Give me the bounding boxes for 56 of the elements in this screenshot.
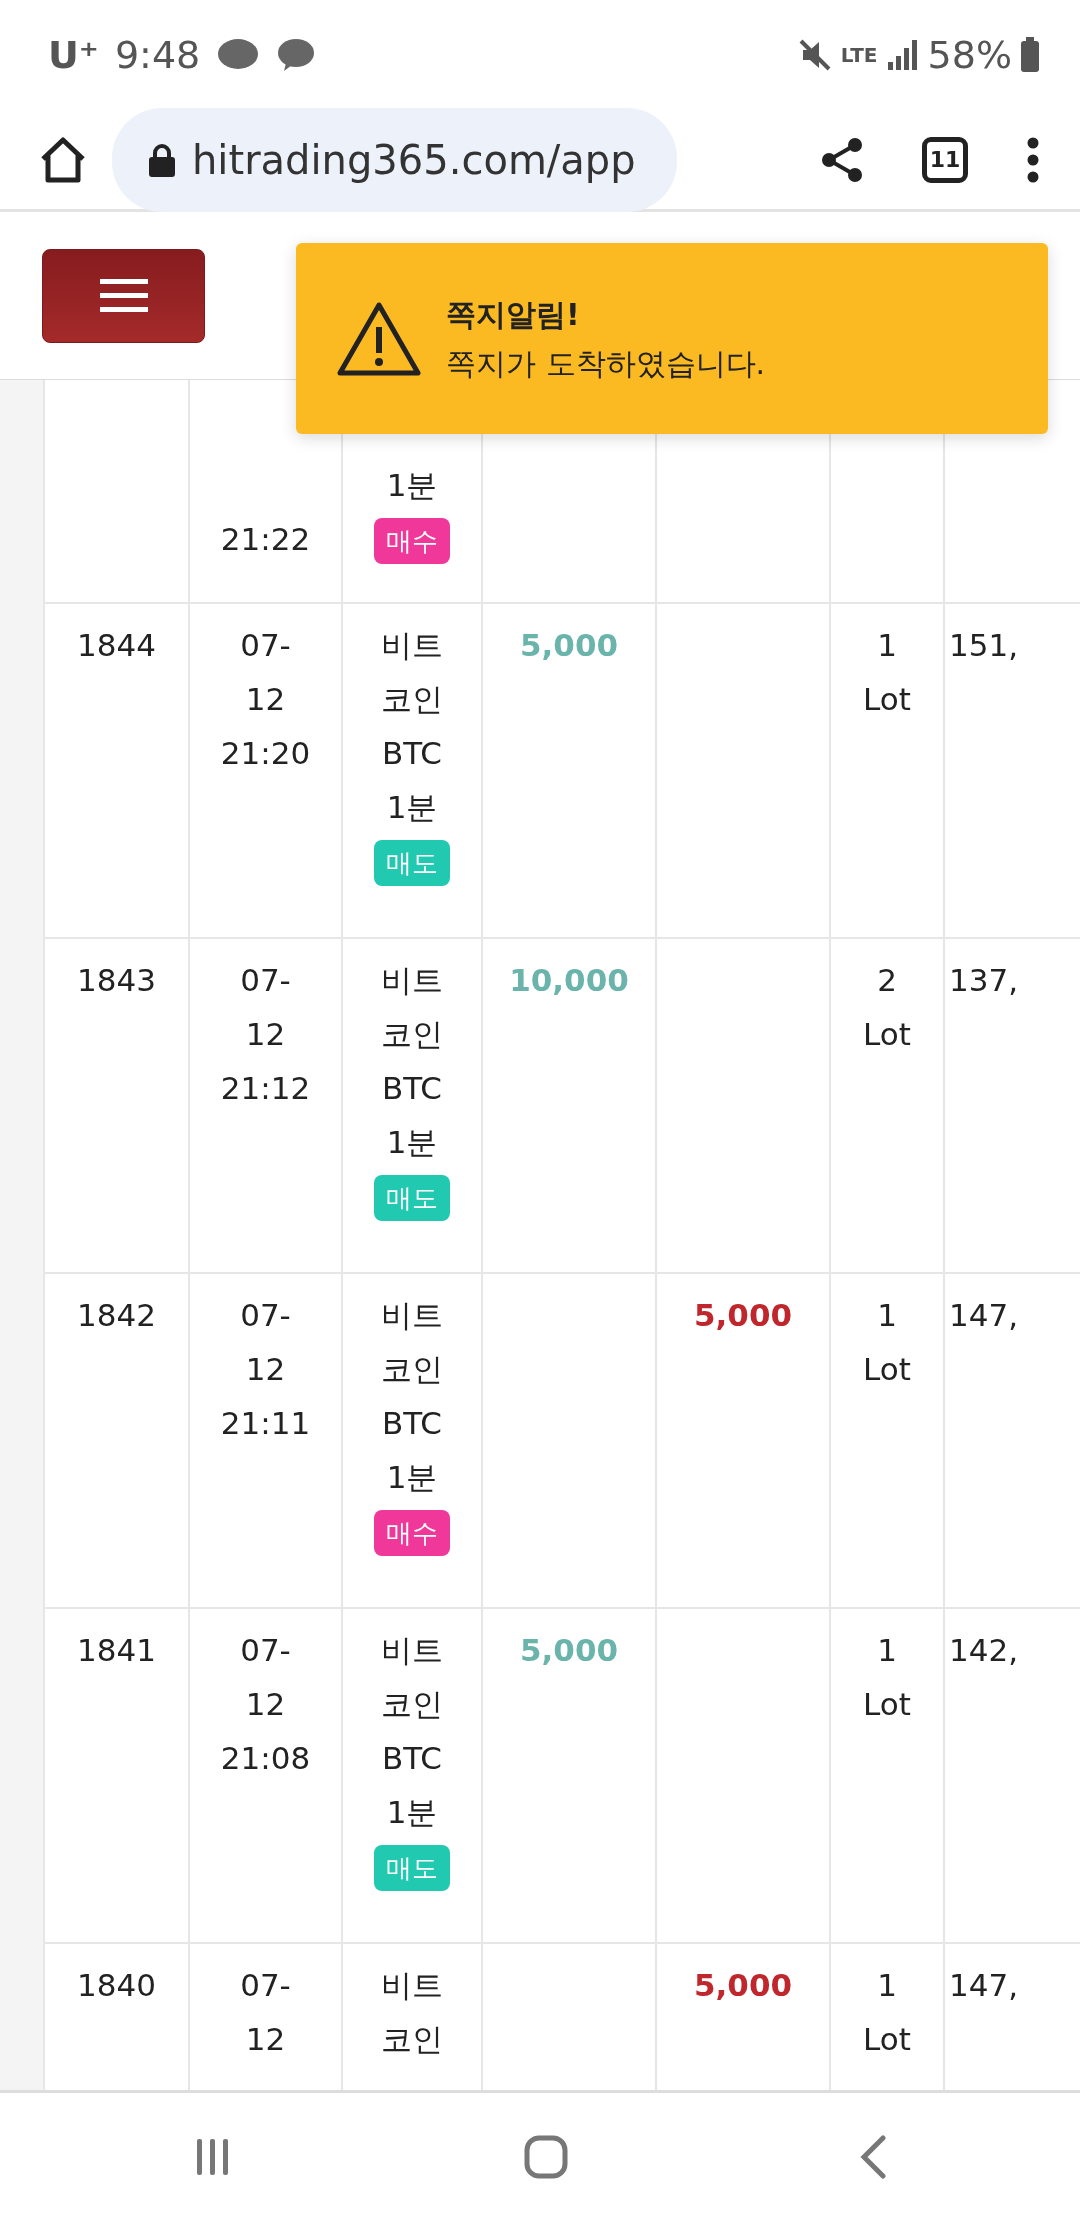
battery-icon <box>1020 37 1040 73</box>
trade-number: 1841 <box>77 1632 156 1668</box>
trade-time: 07- 12 21:11 <box>219 1296 312 1443</box>
asset-name: 1분 <box>385 466 439 505</box>
talk-bubble-icon <box>276 37 317 73</box>
lot-size: 1 Lot <box>862 1966 912 2059</box>
asset-name: 비트 코인 BTC 1분 <box>380 961 444 1162</box>
trade-number: 1842 <box>77 1297 156 1333</box>
warning-icon <box>336 300 422 377</box>
toast-title: 쪽지알림! <box>446 295 581 334</box>
asset-name: 비트 코인 <box>380 1966 444 2059</box>
side-badge: 매수 <box>374 1510 450 1556</box>
price-text: 151, <box>949 627 1019 663</box>
asset-name: 비트 코인 BTC 1분 <box>380 1631 444 1832</box>
menu-icon <box>99 278 148 313</box>
trade-number: 1844 <box>77 627 156 663</box>
price-text: 147, <box>949 1967 1019 2003</box>
share-icon[interactable] <box>820 136 864 183</box>
trade-number: 1840 <box>77 1967 156 2003</box>
lock-icon <box>148 142 176 177</box>
trade-time: 21:22 <box>219 520 312 559</box>
network-type: LTE <box>840 42 878 69</box>
amount-text: 5,000 <box>693 1297 793 1333</box>
trade-number: 1843 <box>77 962 156 998</box>
address-bar[interactable]: hitrading365.com/app <box>112 107 677 212</box>
trade-time: 07- 12 21:08 <box>219 1631 312 1778</box>
menu-button[interactable] <box>42 248 205 343</box>
lot-size: 2 Lot <box>862 961 912 1054</box>
amount-text: 5,000 <box>519 1632 619 1668</box>
lot-size: 1 Lot <box>862 626 912 719</box>
trade-time: 07- 12 21:20 <box>219 626 312 773</box>
asset-name: 비트 코인 BTC 1분 <box>380 1296 444 1497</box>
side-badge: 매도 <box>374 1175 450 1221</box>
price-text: 142, <box>949 1632 1019 1668</box>
lot-size: 1 Lot <box>862 1631 912 1724</box>
home-nav-icon[interactable] <box>524 2134 568 2179</box>
back-icon[interactable] <box>858 2134 887 2179</box>
clock-time: 9:48 <box>114 31 201 79</box>
side-badge: 매수 <box>374 518 450 564</box>
amount-text: 5,000 <box>519 627 619 663</box>
trade-time: 07- 12 21:12 <box>219 961 312 1108</box>
toast-message: 쪽지가 도착하였습니다. <box>446 344 766 383</box>
side-badge: 매도 <box>374 1845 450 1891</box>
carrier-label: U⁺ <box>48 31 99 79</box>
lot-size: 1 Lot <box>862 1296 912 1389</box>
more-menu-icon[interactable] <box>1026 136 1040 183</box>
tab-count-button[interactable]: 11 <box>922 136 968 183</box>
side-badge: 매도 <box>374 840 450 886</box>
signal-icon <box>885 38 920 72</box>
amount-text: 10,000 <box>509 962 629 998</box>
price-text: 147, <box>949 1297 1019 1333</box>
price-text: 137, <box>949 962 1019 998</box>
amount-text: 5,000 <box>693 1967 793 2003</box>
trade-time: 07- 12 <box>239 1966 292 2059</box>
battery-percent: 58% <box>927 31 1012 79</box>
asset-name: 비트 코인 BTC 1분 <box>380 626 444 827</box>
